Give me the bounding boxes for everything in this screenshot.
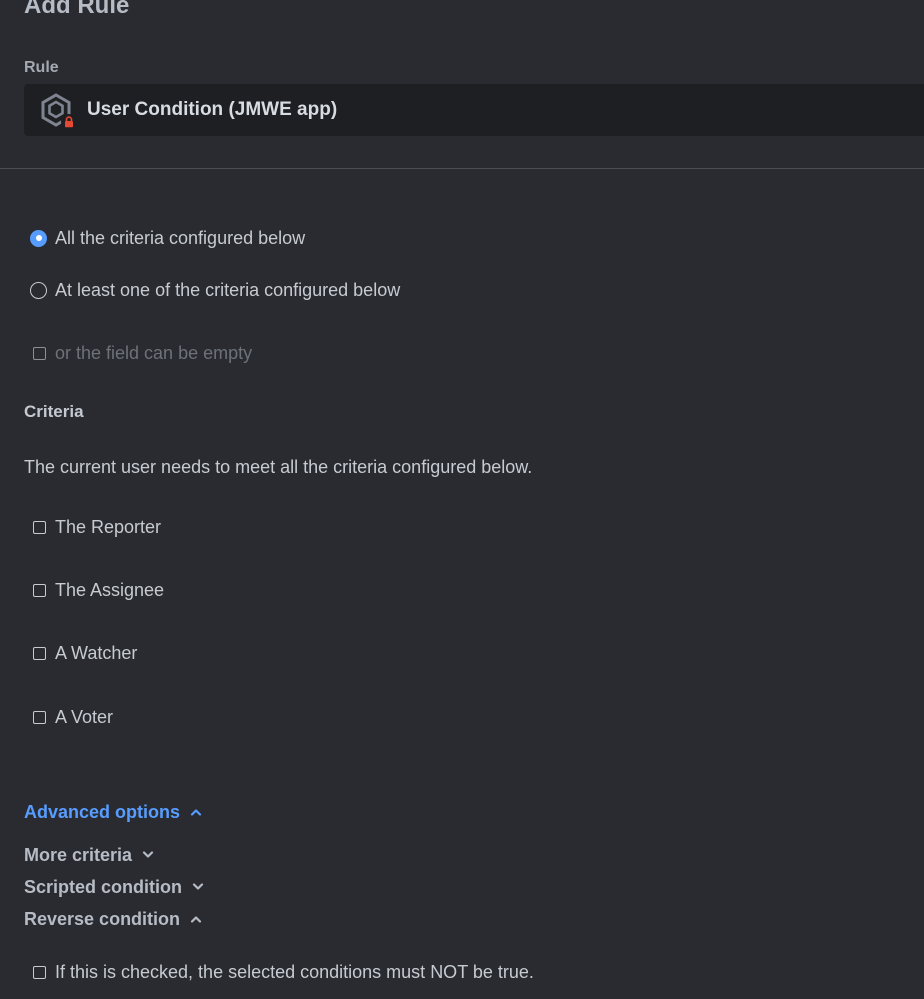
checkbox[interactable]	[33, 346, 46, 360]
lock-icon	[61, 114, 77, 130]
chevron-up-icon	[190, 808, 202, 816]
radio-all-criteria[interactable]: All the criteria configured below	[30, 227, 305, 249]
checkbox-watcher[interactable]: A Watcher	[30, 642, 137, 664]
chevron-down-icon	[142, 851, 154, 859]
scripted-condition-toggle[interactable]: Scripted condition	[24, 876, 204, 898]
chevron-up-icon	[190, 915, 202, 923]
chevron-down-icon	[192, 883, 204, 891]
checkbox-label: The Reporter	[55, 517, 162, 537]
more-criteria-toggle[interactable]: More criteria	[24, 844, 154, 866]
checkbox[interactable]	[33, 965, 46, 979]
radio-button[interactable]	[30, 229, 47, 247]
checkbox-label: or the field can be empty	[55, 343, 253, 363]
checkbox-field-can-be-empty[interactable]: or the field can be empty	[30, 342, 252, 364]
reverse-condition-label: Reverse condition	[24, 909, 181, 929]
radio-any-criteria[interactable]: At least one of the criteria configured …	[30, 279, 400, 301]
hexagon-gear-icon	[38, 92, 77, 130]
checkbox-assignee[interactable]: The Assignee	[30, 579, 164, 601]
radio-button[interactable]	[30, 281, 47, 299]
checkbox-label: A Watcher	[55, 643, 138, 663]
checkbox[interactable]	[33, 710, 46, 724]
checkbox-label: If this is checked, the selected conditi…	[55, 962, 534, 982]
criteria-heading: Criteria	[24, 402, 84, 421]
more-criteria-label: More criteria	[24, 845, 133, 865]
checkbox-reverse-condition[interactable]: If this is checked, the selected conditi…	[30, 961, 534, 983]
dialog-title: Add Rule	[24, 0, 130, 19]
section-divider	[0, 168, 924, 169]
checkbox-label: A Voter	[55, 707, 114, 727]
criteria-description: The current user needs to meet all the c…	[24, 457, 533, 477]
advanced-options-link[interactable]: Advanced options	[24, 801, 202, 823]
rule-select[interactable]: User Condition (JMWE app)	[24, 84, 924, 136]
rule-value: User Condition (JMWE app)	[87, 99, 338, 120]
checkbox[interactable]	[33, 520, 46, 534]
reverse-condition-toggle[interactable]: Reverse condition	[24, 908, 202, 930]
advanced-options-label: Advanced options	[24, 802, 181, 822]
scripted-condition-label: Scripted condition	[24, 877, 183, 897]
radio-label: All the criteria configured below	[55, 228, 306, 248]
checkbox[interactable]	[33, 646, 46, 660]
checkbox-label: The Assignee	[55, 580, 165, 600]
checkbox[interactable]	[33, 583, 46, 597]
rule-label: Rule	[24, 59, 59, 76]
checkbox-reporter[interactable]: The Reporter	[30, 516, 161, 538]
radio-label: At least one of the criteria configured …	[55, 280, 401, 300]
checkbox-voter[interactable]: A Voter	[30, 706, 113, 728]
